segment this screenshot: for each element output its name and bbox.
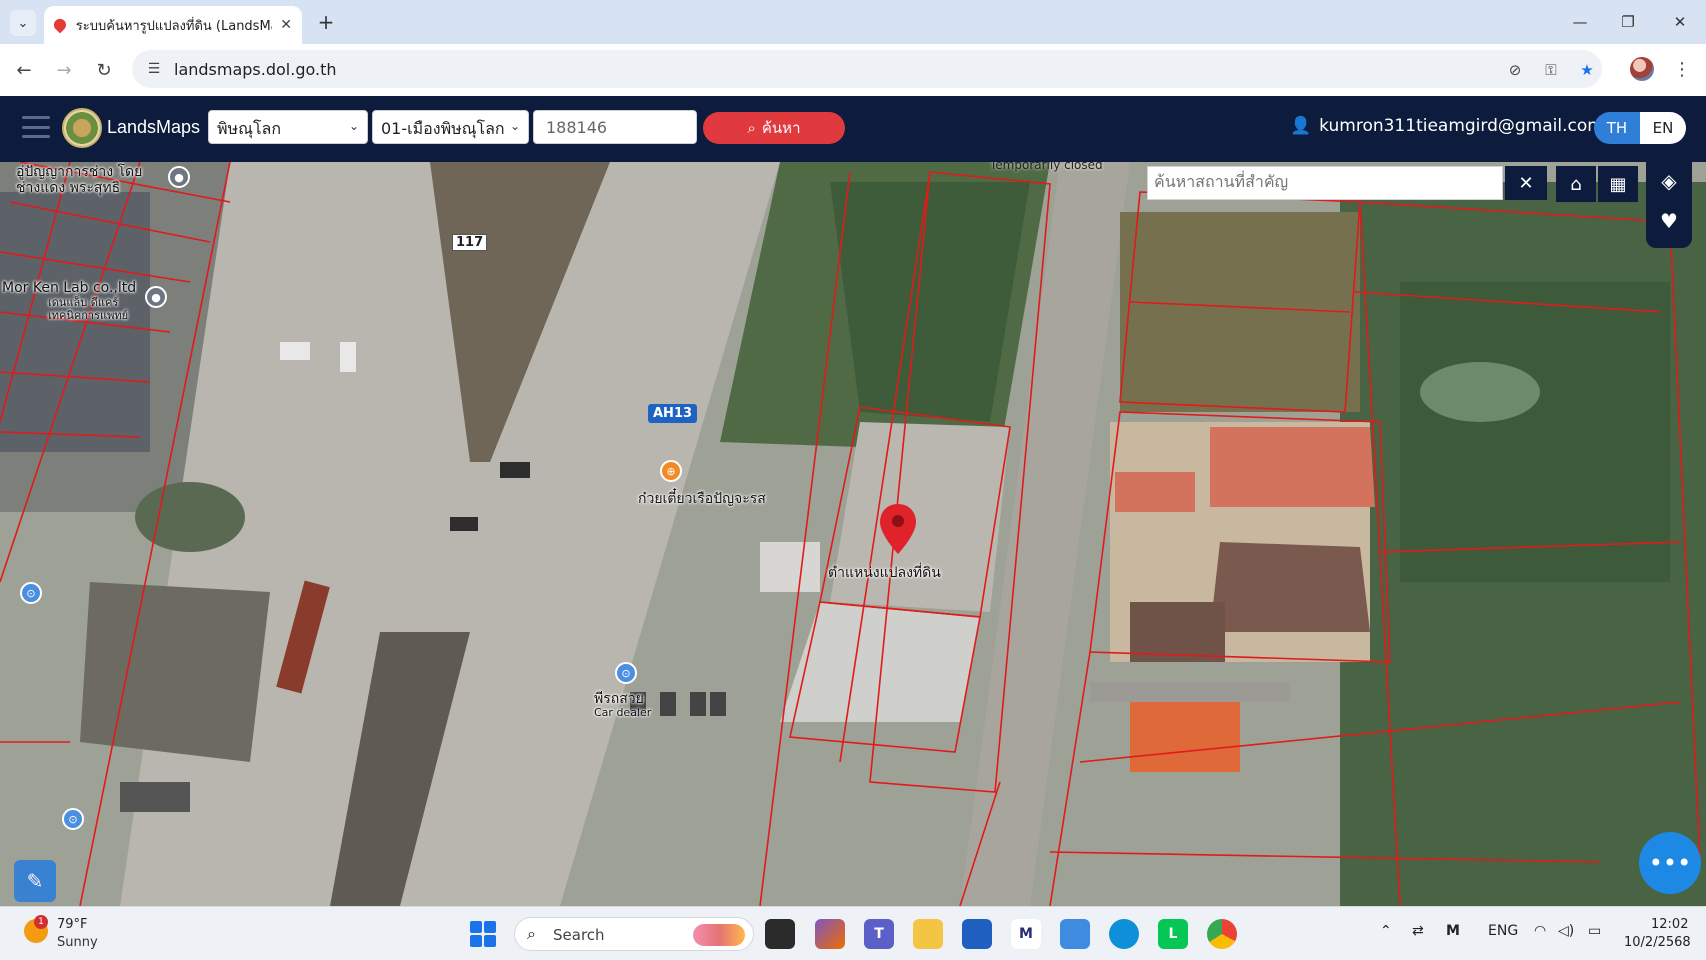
language-en-button[interactable]: EN — [1640, 112, 1686, 144]
shop-label: อู่ปัญญาการช่าง โดยช่างแดง พระสุทธิ — [16, 164, 143, 196]
district-select-value: 01-เมืองพิษณุโลก — [381, 119, 505, 138]
tab-title: ระบบค้นหารูปแปลงที่ดิน (LandsMaps) — [75, 18, 272, 34]
district-select[interactable]: 01-เมืองพิษณุโลก ⌄ — [372, 110, 529, 144]
start-button-icon[interactable] — [470, 921, 496, 947]
weather-condition: Sunny — [57, 935, 98, 950]
windows-taskbar: 1 79°F Sunny ⌕ Search T M L ⌃ ⇄ M ENG ◠ … — [0, 906, 1706, 960]
poi-marker-icon[interactable]: ● — [168, 166, 190, 188]
chat-button[interactable]: ••• — [1639, 832, 1701, 894]
url-text: landsmaps.dol.go.th — [174, 60, 337, 79]
taskbar-search[interactable]: ⌕ Search — [514, 917, 754, 951]
mor-ken-lab-thai-label: เดนแล็บ ดีแคร์ เทคนิคการแพทย์ — [48, 296, 129, 322]
app-header: LandsMaps พิษณุโลก ⌄ 01-เมืองพิษณุโลก ⌄ … — [0, 96, 1706, 162]
edge-icon[interactable] — [1109, 919, 1139, 949]
noodle-shop-label: ก๋วยเตี๋ยวเรือปัญจะรส — [638, 491, 766, 507]
browser-tab-landsmaps[interactable]: ระบบค้นหารูปแปลงที่ดิน (LandsMaps) ✕ — [44, 6, 302, 44]
browser-toolbar: ← → ↻ ☰ landsmaps.dol.go.th ⊘ ⚿ ★ ⋮ — [0, 44, 1706, 96]
browser-tab-bar: ⌄ ระบบค้นหารูปแปลงที่ดิน (LandsMaps) ✕ +… — [0, 0, 1706, 44]
side-tool-panel: ◈ ♥ — [1646, 162, 1692, 248]
password-key-icon[interactable]: ⚿ — [1540, 59, 1562, 81]
brand-name: LandsMaps — [107, 117, 201, 137]
tray-app-m-icon[interactable]: M — [1446, 923, 1460, 939]
location-blocked-icon[interactable]: ⊘ — [1504, 59, 1526, 81]
network-switch-icon[interactable]: ⇄ — [1412, 923, 1424, 939]
task-view-icon[interactable] — [765, 919, 795, 949]
window-minimize-button[interactable]: — — [1556, 8, 1604, 36]
parcel-position-label: ตำแหน่งแปลงที่ดิน — [828, 565, 941, 581]
layers-icon[interactable]: ◈ — [1654, 166, 1684, 196]
chrome-icon[interactable] — [1207, 919, 1237, 949]
search-icon: ⌕ — [527, 924, 536, 943]
window-restore-button[interactable]: ❐ — [1604, 8, 1652, 36]
chat-app-icon[interactable] — [1060, 919, 1090, 949]
measure-tool-icon[interactable]: ✎ — [14, 860, 56, 902]
chevron-down-icon: ⌄ — [509, 119, 520, 133]
chevron-down-icon: ⌄ — [348, 119, 359, 133]
temporarily-closed-label: Temporarily closed — [990, 162, 1103, 172]
taskbar-search-label: Search — [553, 926, 605, 944]
battery-icon[interactable]: ▭ — [1588, 923, 1601, 939]
tab-close-icon[interactable]: ✕ — [280, 17, 292, 33]
map-pin-favicon-icon — [51, 16, 69, 34]
route-117-shield: 117 — [452, 234, 488, 251]
new-tab-button[interactable]: + — [314, 10, 338, 34]
weather-temperature: 79°F — [57, 917, 88, 932]
file-explorer-icon[interactable] — [913, 919, 943, 949]
site-info-icon[interactable]: ☰ — [144, 59, 164, 79]
parcel-number-input[interactable]: 188146 — [533, 110, 697, 144]
home-icon[interactable]: ⌂ — [1556, 166, 1596, 202]
input-language[interactable]: ENG — [1488, 923, 1518, 939]
microsoft-store-icon[interactable] — [962, 919, 992, 949]
department-of-lands-logo — [62, 108, 102, 148]
user-menu[interactable]: 👤 kumron311tieamgird@gmail.com ⌄ — [1290, 116, 1622, 136]
user-icon: 👤 — [1290, 116, 1312, 136]
poi-marker-icon[interactable]: ⊙ — [20, 582, 42, 604]
parcel-location-pin-icon[interactable] — [878, 502, 918, 556]
clock-date[interactable]: 10/2/2568 — [1624, 935, 1691, 950]
back-arrow-icon[interactable]: ← — [10, 56, 38, 84]
province-select-value: พิษณุโลก — [217, 119, 282, 138]
show-hidden-icons-icon[interactable]: ⌃ — [1380, 923, 1392, 939]
user-email: kumron311tieamgird@gmail.com — [1319, 116, 1604, 136]
car-dealer-marker-icon[interactable]: ⊙ — [615, 662, 637, 684]
window-close-button[interactable]: ✕ — [1656, 8, 1704, 36]
place-search-input[interactable] — [1147, 166, 1503, 200]
browser-menu-icon[interactable]: ⋮ — [1670, 56, 1694, 82]
search-icon: ⌕ — [747, 119, 756, 137]
line-app-icon[interactable]: L — [1158, 919, 1188, 949]
search-button-label: ค้นหา — [761, 119, 801, 137]
forward-arrow-icon[interactable]: → — [50, 56, 78, 84]
clock-time[interactable]: 12:02 — [1651, 917, 1688, 932]
wifi-icon[interactable]: ◠ — [1534, 923, 1546, 939]
ah13-highway-shield: AH13 — [648, 404, 698, 423]
language-th-button[interactable]: TH — [1594, 112, 1640, 144]
search-highlight-icon — [693, 924, 745, 946]
poi-marker-icon[interactable]: ● — [145, 286, 167, 308]
grid-table-icon[interactable]: ▦ — [1598, 166, 1638, 202]
car-dealer-label: Car dealer — [594, 706, 652, 719]
profile-avatar[interactable] — [1630, 57, 1654, 81]
reload-icon[interactable]: ↻ — [90, 56, 118, 84]
poi-marker-icon[interactable]: ⊙ — [62, 808, 84, 830]
favorite-heart-icon[interactable]: ♥ — [1654, 206, 1684, 236]
teams-icon[interactable]: T — [864, 919, 894, 949]
restaurant-marker-icon[interactable]: ⊕ — [660, 460, 682, 482]
tab-search-dropdown-icon[interactable]: ⌄ — [10, 10, 36, 36]
search-button[interactable]: ⌕ ค้นหา — [703, 112, 845, 144]
bookmark-star-icon[interactable]: ★ — [1576, 59, 1598, 81]
weather-badge: 1 — [34, 915, 48, 929]
copilot-icon[interactable] — [815, 919, 845, 949]
map-imagery — [0, 162, 1706, 906]
hamburger-menu-icon[interactable] — [22, 116, 50, 138]
volume-icon[interactable]: ◁) — [1558, 923, 1574, 939]
clear-search-button[interactable]: ✕ — [1505, 166, 1547, 200]
mor-ken-lab-label: Mor Ken Lab co.,ltd — [2, 280, 137, 296]
address-bar[interactable]: ☰ landsmaps.dol.go.th ⊘ ⚿ ★ — [132, 50, 1602, 88]
satellite-map[interactable]: Temporarily closed อู่ปัญญาการช่าง โดยช่… — [0, 162, 1706, 906]
app-m-icon[interactable]: M — [1011, 919, 1041, 949]
province-select[interactable]: พิษณุโลก ⌄ — [208, 110, 368, 144]
